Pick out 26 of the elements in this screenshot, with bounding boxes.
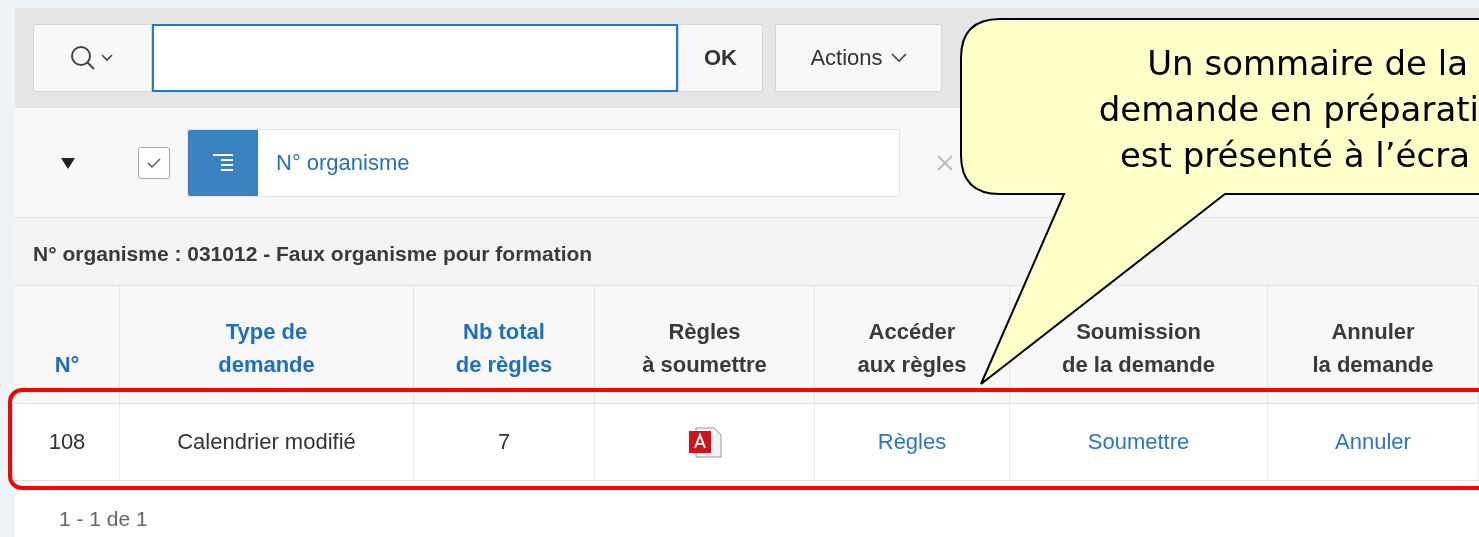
table-cell: Calendrier modifié <box>177 429 356 455</box>
column-header: Accéder aux règles <box>857 318 967 379</box>
filter-checkbox[interactable] <box>138 146 170 179</box>
column-header: Soumission de la demande <box>1062 318 1215 379</box>
ok-button[interactable]: OK <box>678 24 763 92</box>
column-header[interactable]: N° <box>54 348 80 381</box>
pdf-document-icon[interactable] <box>687 426 722 458</box>
checkmark-icon <box>146 156 162 169</box>
callout-text: demande en préparati <box>1098 88 1479 131</box>
column-header: Annuler la demande <box>1312 318 1434 379</box>
collapse-triangle-icon[interactable] <box>60 155 76 170</box>
table-link[interactable]: Règles <box>877 429 947 455</box>
search-field[interactable] <box>152 24 678 92</box>
callout-text: est présenté à l’écra <box>1119 134 1470 177</box>
chevron-down-icon <box>890 53 907 63</box>
group-heading: N° organisme : 031012 - Faux organisme pour formation <box>15 218 1479 286</box>
table-cell: 108 <box>48 429 86 455</box>
table-link[interactable]: Annuler <box>1335 429 1411 455</box>
table-link[interactable]: Soumettre <box>1087 429 1190 455</box>
pagination-text: 1 - 1 de 1 <box>58 506 149 531</box>
callout-text: Un sommaire de la <box>1147 42 1468 85</box>
actions-button[interactable]: Actions <box>775 24 942 92</box>
column-header: Règles à soumettre <box>642 318 767 379</box>
filter-label[interactable]: N° organisme <box>276 149 410 176</box>
column-header[interactable]: Type de demande <box>218 315 315 381</box>
table-cell: 7 <box>497 429 511 455</box>
